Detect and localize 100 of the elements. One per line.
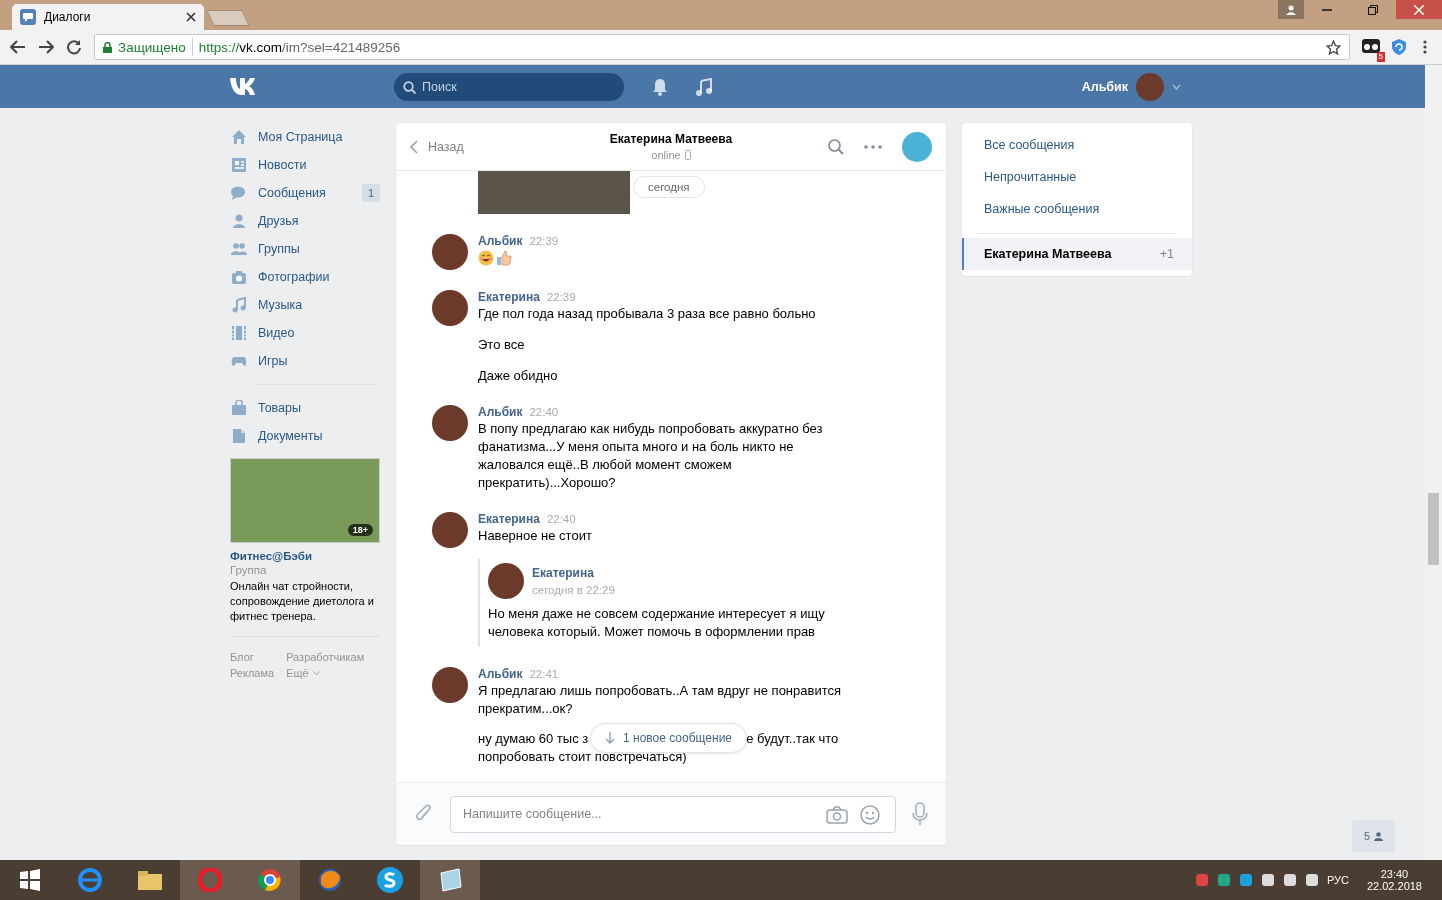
nav-link[interactable]: Товары: [230, 394, 380, 422]
person-icon: [231, 213, 247, 229]
back-arrow-icon[interactable]: [10, 40, 26, 54]
nav-link[interactable]: Сообщения 1: [230, 179, 380, 207]
bell-icon[interactable]: [652, 77, 668, 96]
music-note-icon[interactable]: [696, 77, 712, 96]
smiley-face-icon[interactable]: [860, 804, 880, 825]
contact-name[interactable]: Екатерина Матвеева: [609, 132, 733, 146]
clock[interactable]: 23:40 22.02.2018: [1366, 868, 1422, 892]
forward-arrow-icon[interactable]: [38, 40, 54, 54]
avatar[interactable]: [432, 234, 468, 270]
camera-icon: [231, 269, 247, 285]
message-time: 22:40: [529, 406, 559, 418]
shield-icon[interactable]: [1392, 39, 1406, 55]
nav-link[interactable]: Музыка: [230, 291, 380, 319]
newspaper-icon: [231, 157, 247, 173]
menu-item[interactable]: Важные сообщения: [962, 193, 1192, 225]
secure-label: Защищено: [118, 39, 186, 55]
nav-link[interactable]: Игры: [230, 347, 380, 375]
browser-tab[interactable]: Диалоги: [12, 4, 204, 30]
taskbar-app[interactable]: [420, 860, 480, 900]
author-name[interactable]: Альбик: [478, 667, 523, 681]
lock-icon: [103, 41, 112, 53]
restore-icon: [1368, 4, 1378, 15]
tray-app-icon[interactable]: [1194, 873, 1209, 887]
message-text: Наверное не стоит: [478, 527, 593, 545]
user-name[interactable]: Альбик: [1081, 79, 1128, 94]
nav-link[interactable]: Группы: [230, 235, 380, 263]
avatar[interactable]: [432, 405, 468, 441]
author-name[interactable]: Альбик: [478, 234, 523, 248]
chevron-down-icon[interactable]: [1172, 83, 1181, 90]
back-button[interactable]: Назад: [410, 139, 540, 154]
ad-photo-placeholder[interactable]: 18+: [230, 458, 380, 543]
folder-icon: [137, 869, 163, 891]
new-messages-button[interactable]: 1 новое сообщение: [590, 723, 747, 753]
message-input[interactable]: Напишите сообщение...: [450, 795, 896, 833]
avatar[interactable]: [432, 512, 468, 548]
author-name[interactable]: Екатерина: [478, 290, 540, 304]
date-label: сегодня: [633, 176, 705, 198]
nav-link[interactable]: Моя Страница: [230, 123, 380, 151]
arrow-down-icon: [605, 732, 615, 744]
url-text: https://vk.com/im?sel=421489256: [198, 39, 401, 55]
chevron-down-icon: [312, 670, 320, 676]
people-icon: [231, 241, 247, 257]
circle-icon: [258, 868, 282, 892]
message-text: Я предлагаю лишь попробовать..А там вдруг не понравится прекратим...ок?: [478, 682, 843, 718]
scrollbar[interactable]: [1425, 65, 1442, 860]
thumbs-up-icon: [496, 250, 512, 266]
nav-link[interactable]: Друзья: [230, 207, 380, 235]
reload-icon[interactable]: [66, 39, 82, 55]
nav-link[interactable]: Новости: [230, 151, 380, 179]
online-status: online: [651, 149, 681, 161]
chat-bubble-icon: [20, 9, 36, 25]
speech-bubble-icon: [231, 185, 247, 201]
avatar[interactable]: [432, 290, 468, 326]
person-icon: [1374, 831, 1383, 841]
film-icon: [231, 325, 247, 341]
camera-icon[interactable]: [826, 805, 848, 824]
message-text: Где пол года назад пробывала 3 раза все равно больно: [478, 305, 817, 323]
message-time: 22:39: [529, 235, 559, 247]
message-text: е будут..так что: [746, 730, 839, 748]
menu-item[interactable]: Непрочитанные: [962, 161, 1192, 193]
ad-subtitle: Группа: [230, 564, 268, 576]
author-name[interactable]: Альбик: [478, 405, 523, 419]
nav-link[interactable]: Документы: [230, 422, 380, 450]
avatar[interactable]: [432, 667, 468, 703]
ad-title-link[interactable]: Фитнес@Бэби: [230, 550, 380, 562]
avatar[interactable]: [488, 563, 524, 599]
document-icon: [231, 428, 247, 444]
star-icon[interactable]: [1326, 39, 1341, 55]
search-field[interactable]: Поиск: [394, 72, 624, 101]
menu-item[interactable]: Екатерина Матвеева +1: [962, 238, 1192, 270]
close-window-button[interactable]: [1396, 0, 1442, 19]
tray-app-icon[interactable]: [1216, 873, 1231, 887]
author-name[interactable]: Екатерина: [532, 566, 615, 580]
unread-count: +1: [1159, 247, 1174, 261]
more-horizontal-icon[interactable]: [864, 144, 882, 149]
windows-logo-icon: [20, 869, 40, 891]
nav-link[interactable]: Видео: [230, 319, 380, 347]
nav-link[interactable]: Фотографии: [230, 263, 380, 291]
message-time: 22:41: [529, 668, 559, 680]
message-time: 22:40: [546, 513, 576, 525]
message-text: В попу предлагаю как нибудь попробовать аккуратно без фанатизма...У меня опыта много и на боль никто не жаловался ещё..В любой момент сможем прекратить)...Хорошо?: [478, 420, 824, 492]
contact-avatar[interactable]: [902, 131, 932, 162]
minimize-icon: [1322, 8, 1332, 11]
message-text: ну думаю 60 тыс з: [478, 730, 589, 748]
forwarded-message-text: Но меня даже не совсем содержание интересует я ищу человека который. Может помочь в оформлении прав: [488, 605, 826, 641]
message-text: Даже обидно: [478, 367, 559, 385]
author-name[interactable]: Екатерина: [478, 512, 540, 526]
home-icon: [231, 129, 247, 145]
profile-button[interactable]: [1278, 0, 1304, 19]
search-icon[interactable]: [828, 138, 844, 155]
online-friends-button[interactable]: 5: [1351, 820, 1395, 852]
person-icon: [1286, 4, 1296, 15]
extension-badge: 5: [1376, 52, 1385, 62]
language-indicator[interactable]: РУС: [1326, 874, 1349, 886]
taskbar-app[interactable]: [240, 860, 300, 900]
address-bar[interactable]: Защищено https://vk.com/im?sel=421489256: [94, 34, 1350, 60]
menu-item[interactable]: Все сообщения: [962, 129, 1192, 161]
close-icon[interactable]: [186, 12, 196, 22]
